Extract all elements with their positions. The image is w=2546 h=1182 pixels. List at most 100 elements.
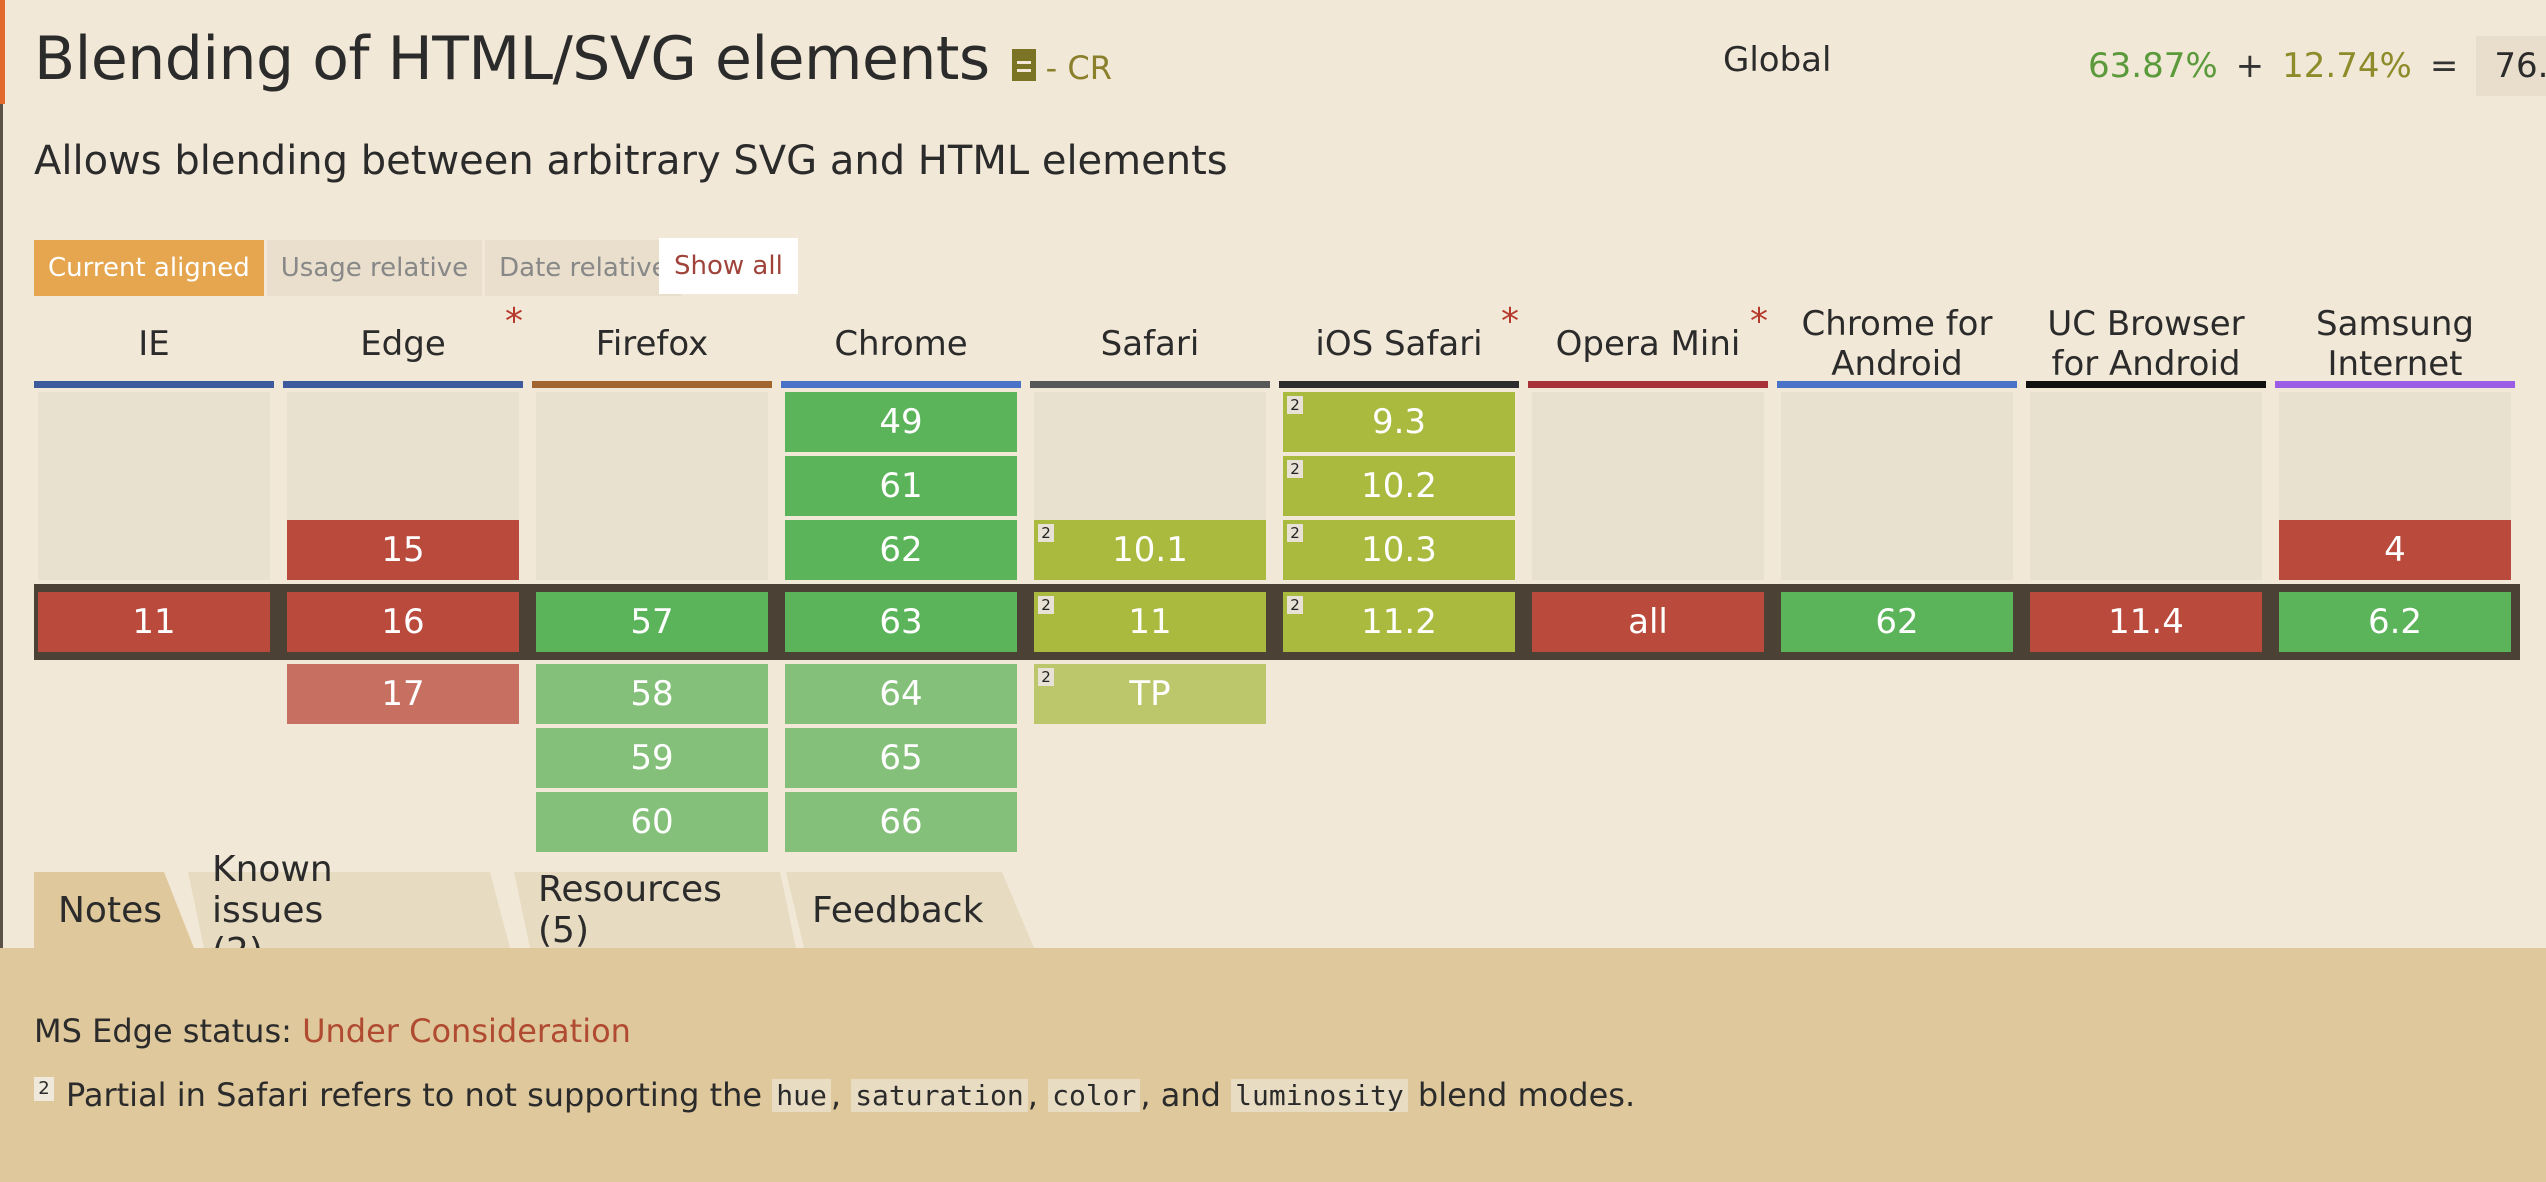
version-label: TP: [1129, 674, 1171, 714]
version-cell[interactable]: 16: [287, 592, 519, 652]
version-cell[interactable]: 59: [536, 728, 768, 788]
version-cell[interactable]: 4: [2279, 520, 2511, 580]
note-marker: 2: [1287, 524, 1303, 542]
browser-header-ios-safari[interactable]: iOS Safari *: [1279, 300, 1519, 388]
spec-status[interactable]: - CR: [1046, 49, 1112, 87]
usage-relative-button[interactable]: Usage relative: [266, 240, 483, 296]
version-cell[interactable]: 60: [536, 792, 768, 852]
empty-cell: [536, 392, 768, 580]
browser-header-chrome[interactable]: Chrome: [781, 300, 1021, 388]
version-cell[interactable]: 66: [785, 792, 1017, 852]
browser-color-line: [781, 381, 1021, 388]
notes-panel: [0, 948, 2546, 1182]
ms-edge-status: MS Edge status: Under Consideration: [34, 1012, 631, 1050]
version-cell[interactable]: 2 11: [1034, 592, 1266, 652]
empty-cell: [2030, 392, 2262, 580]
browser-name: Samsung Internet: [2316, 304, 2474, 384]
empty-cell: [38, 392, 270, 580]
browser-name: iOS Safari: [1315, 324, 1483, 364]
tab-resources[interactable]: Resources (5): [514, 869, 722, 951]
browser-color-line: [532, 381, 772, 388]
document-icon[interactable]: [1011, 49, 1036, 81]
version-cell[interactable]: 58: [536, 664, 768, 724]
version-cell[interactable]: 6.2: [2279, 592, 2511, 652]
version-label: 10.1: [1112, 530, 1188, 570]
usage-region[interactable]: Global: [1723, 40, 1831, 80]
browser-color-line: [1279, 381, 1519, 388]
browser-color-line: [2026, 381, 2266, 388]
feature-description: Allows blending between arbitrary SVG an…: [34, 138, 1228, 184]
tab-known-issues[interactable]: Known issues (2): [188, 849, 333, 972]
star-marker: *: [505, 301, 523, 342]
code-saturation: saturation: [851, 1078, 1028, 1112]
version-cell[interactable]: 2 9.3: [1283, 392, 1515, 452]
note-marker: 2: [1287, 460, 1303, 478]
version-cell[interactable]: 65: [785, 728, 1017, 788]
note-marker: 2: [1038, 668, 1054, 686]
version-cell[interactable]: 64: [785, 664, 1017, 724]
version-cell[interactable]: 11.4: [2030, 592, 2262, 652]
version-cell[interactable]: 57: [536, 592, 768, 652]
browser-header-firefox[interactable]: Firefox: [532, 300, 772, 388]
usage-summary: 63.87% + 12.74% = 76.62%: [2088, 36, 2546, 96]
version-cell[interactable]: 2 10.3: [1283, 520, 1515, 580]
browser-color-line: [1030, 381, 1270, 388]
browser-color-line: [1528, 381, 1768, 388]
footnote-text-pre: Partial in Safari refers to not supporti…: [66, 1076, 763, 1114]
usage-plus: +: [2235, 46, 2265, 86]
version-cell[interactable]: 15: [287, 520, 519, 580]
version-cell[interactable]: 49: [785, 392, 1017, 452]
browser-name: Chrome: [834, 324, 968, 364]
feature-title: Blending of HTML/SVG elements: [34, 24, 990, 94]
version-cell[interactable]: 2 TP: [1034, 664, 1266, 724]
code-hue: hue: [772, 1078, 831, 1112]
footnote: 2 Partial in Safari refers to not suppor…: [34, 1076, 1635, 1114]
browser-header-safari[interactable]: Safari: [1030, 300, 1270, 388]
usage-equals: =: [2429, 46, 2459, 86]
browser-header-chrome-android[interactable]: Chrome for Android: [1777, 300, 2017, 388]
browser-name: Safari: [1100, 324, 1200, 364]
version-cell[interactable]: 62: [785, 520, 1017, 580]
tab-notes[interactable]: Notes: [34, 872, 162, 948]
browser-name: UC Browser for Android: [2047, 304, 2245, 384]
browser-color-line: [2275, 381, 2515, 388]
browser-name: Edge: [360, 324, 446, 364]
version-cell[interactable]: 2 10.2: [1283, 456, 1515, 516]
code-color: color: [1048, 1078, 1141, 1112]
version-label: 11: [1128, 602, 1172, 642]
version-cell[interactable]: 2 11.2: [1283, 592, 1515, 652]
date-relative-button[interactable]: Date relative: [485, 240, 682, 296]
current-aligned-button[interactable]: Current aligned: [34, 240, 264, 296]
note-marker: 2: [1287, 596, 1303, 614]
version-cell[interactable]: all: [1532, 592, 1764, 652]
star-marker: *: [1750, 301, 1768, 342]
empty-cell: [2279, 392, 2511, 520]
version-cell[interactable]: 61: [785, 456, 1017, 516]
browser-name: Firefox: [595, 324, 709, 364]
show-all-button[interactable]: Show all: [659, 238, 798, 294]
usage-total: 76.62%: [2476, 36, 2546, 96]
version-label: 11.2: [1361, 602, 1437, 642]
ms-edge-status-link[interactable]: Under Consideration: [302, 1012, 631, 1050]
footnote-text-post: blend modes.: [1417, 1076, 1636, 1114]
browser-header-samsung[interactable]: Samsung Internet: [2275, 300, 2515, 388]
browser-color-line: [1777, 381, 2017, 388]
empty-cell: [1781, 392, 2013, 580]
version-cell[interactable]: 62: [1781, 592, 2013, 652]
note-marker: 2: [1038, 596, 1054, 614]
version-cell[interactable]: 11: [38, 592, 270, 652]
tab-feedback[interactable]: Feedback: [788, 872, 983, 948]
version-cell[interactable]: 63: [785, 592, 1017, 652]
version-cell[interactable]: 17: [287, 664, 519, 724]
empty-cell: [287, 392, 519, 520]
browser-color-line: [283, 381, 523, 388]
browser-name: Chrome for Android: [1801, 304, 1993, 384]
browser-header-edge[interactable]: Edge *: [283, 300, 523, 388]
version-cell[interactable]: 2 10.1: [1034, 520, 1266, 580]
usage-full: 63.87%: [2088, 46, 2218, 86]
note-marker: 2: [1038, 524, 1054, 542]
browser-header-uc-android[interactable]: UC Browser for Android: [2026, 300, 2266, 388]
browser-header-ie[interactable]: IE: [34, 300, 274, 388]
empty-cell: [1034, 392, 1266, 520]
browser-header-opera-mini[interactable]: Opera Mini *: [1528, 300, 1768, 388]
